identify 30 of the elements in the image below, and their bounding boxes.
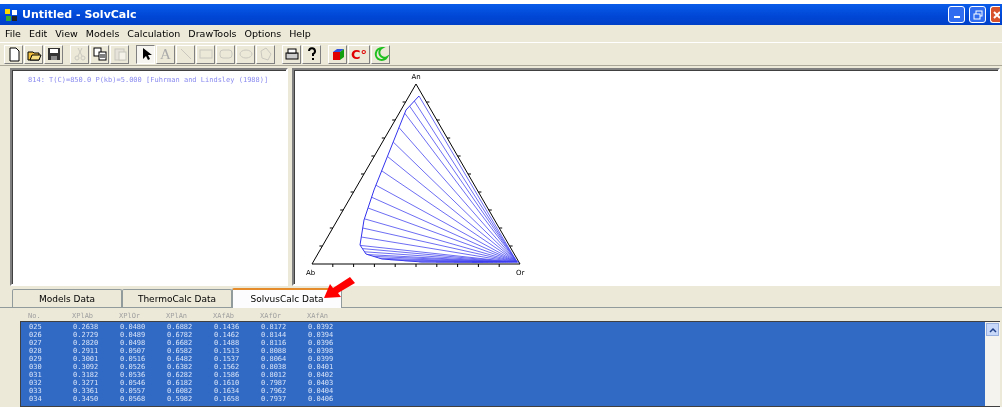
restore-button[interactable] — [969, 6, 986, 23]
caret-up-icon — [988, 326, 997, 333]
menu-item[interactable]: Calculation — [124, 28, 186, 39]
question-mark-icon[interactable] — [302, 44, 321, 64]
new-file-icon[interactable] — [4, 44, 23, 64]
menu-item[interactable]: DrawTools — [185, 28, 242, 39]
copy-icon[interactable] — [90, 44, 109, 64]
app-icon — [4, 7, 18, 22]
menu-item[interactable]: Options — [241, 28, 287, 39]
scrollbar[interactable] — [985, 322, 1000, 406]
close-icon — [991, 9, 1000, 20]
pointer-arrow — [322, 276, 356, 300]
crescent-icon[interactable] — [371, 44, 390, 64]
menu-item[interactable]: View — [52, 28, 83, 39]
scroll-up-button[interactable] — [986, 323, 999, 336]
cube-icon[interactable] — [328, 44, 347, 64]
minimize-button[interactable] — [948, 6, 965, 23]
menu-item[interactable]: Edit — [25, 28, 53, 39]
close-button[interactable] — [990, 6, 1000, 23]
tab[interactable]: ThermoCalc Data — [122, 289, 232, 307]
tab[interactable]: Models Data — [12, 289, 122, 307]
printer-icon[interactable] — [282, 44, 301, 64]
menu-item[interactable]: Models — [82, 28, 125, 39]
tab[interactable]: SolvusCalc Data — [232, 288, 342, 308]
menu-item[interactable]: Help — [286, 28, 316, 39]
menu-item[interactable]: File — [2, 28, 26, 39]
folder-icon[interactable] — [24, 44, 43, 64]
temperature-button[interactable]: C° — [348, 44, 370, 64]
restore-icon — [972, 9, 983, 20]
window-title: Untitled - SolvCalc — [22, 8, 138, 21]
